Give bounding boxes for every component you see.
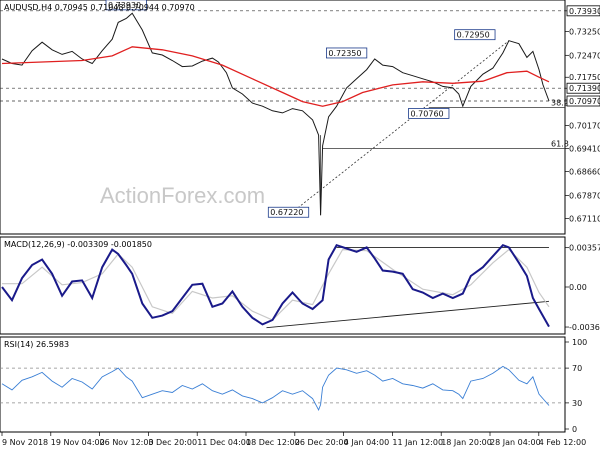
- y-tick-label: -0.003639: [569, 323, 600, 332]
- x-tick-label: 11 Jan 12:00: [392, 438, 443, 447]
- y-tick-label: 0.70170: [569, 121, 600, 130]
- x-tick-label: 9 Nov 2018: [2, 438, 48, 447]
- y-tick-label: 0.73930: [569, 7, 600, 16]
- watermark-text: ActionForex.com: [100, 183, 265, 208]
- y-tick-label: 70: [572, 364, 582, 373]
- x-tick-label: 4 Feb 12:00: [539, 438, 586, 447]
- chart-background: [0, 0, 600, 450]
- y-tick-label: 0.00: [569, 283, 587, 292]
- y-tick-label: 0.67110: [569, 215, 600, 224]
- y-tick-label: 0.68660: [569, 167, 600, 176]
- y-tick-label: 30: [572, 399, 582, 408]
- x-tick-label: 11 Dec 04:00: [197, 438, 251, 447]
- y-tick-label: 0.73250: [569, 28, 600, 37]
- x-tick-label: 4 Jan 04:00: [344, 438, 390, 447]
- forex-chart: ActionForex.com 0.73930 0.72350 0.70760 0.7…: [0, 0, 600, 450]
- x-tick-label: 28 Jan 04:00: [490, 438, 541, 447]
- rsi-title: RSI(14) 26.5983: [4, 340, 69, 349]
- x-tick-label: 3 Dec 20:00: [148, 438, 197, 447]
- y-tick-label: 0: [572, 425, 577, 434]
- x-tick-label: 26 Nov 12:00: [100, 438, 154, 447]
- x-tick-label: 26 Dec 20:00: [295, 438, 349, 447]
- x-tick-label: 19 Nov 04:00: [51, 438, 105, 447]
- fib-label: 61.8: [551, 140, 569, 149]
- x-tick-label: 18 Jan 20:00: [441, 438, 492, 447]
- y-tick-label: 0.67870: [569, 191, 600, 200]
- watermark: ActionForex.com: [100, 183, 265, 208]
- macd-title: MACD(12,26,9) -0.003309 -0.001850: [4, 240, 152, 249]
- annotation-label: 0.72350: [328, 49, 361, 58]
- annotation-label: 0.70760: [411, 109, 444, 118]
- annotation-label: 0.72950: [457, 31, 490, 40]
- annotation-label: 0.67220: [270, 208, 303, 217]
- y-tick-label: 0.71390: [569, 84, 600, 93]
- y-tick-label: 0.71750: [569, 73, 600, 82]
- y-tick-label: 100: [572, 338, 587, 347]
- y-tick-label: 0.72470: [569, 51, 600, 60]
- price-title: AUDUSD,H4 0.70945 0.71048 0.70944 0.7097…: [4, 3, 195, 12]
- y-tick-label: 0.70970: [569, 97, 600, 106]
- x-tick-label: 18 Dec 12:00: [246, 438, 300, 447]
- y-tick-label: 0.69410: [569, 145, 600, 154]
- y-tick-label: 0.003575: [569, 244, 600, 253]
- fib-label: 38.2: [551, 98, 569, 107]
